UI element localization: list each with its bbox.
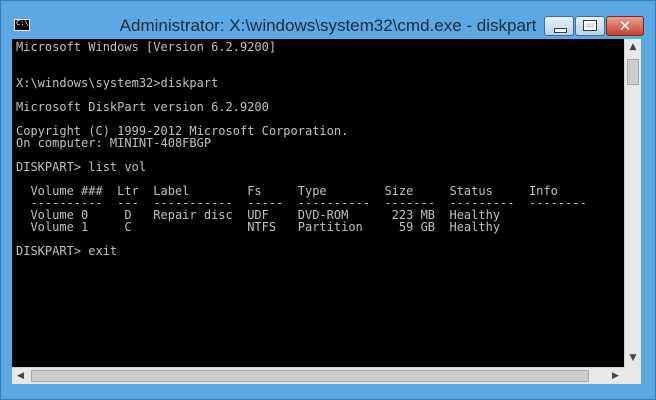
horizontal-scrollbar[interactable]: ◀ ▶ xyxy=(12,367,624,384)
title-bar[interactable]: C:\ Administrator: X:\windows\system32\c… xyxy=(1,1,655,39)
minimize-icon xyxy=(554,28,567,33)
minimize-button[interactable] xyxy=(544,16,574,36)
maximize-button[interactable] xyxy=(575,16,605,36)
scroll-left-icon[interactable]: ◀ xyxy=(12,368,29,384)
scroll-right-icon[interactable]: ▶ xyxy=(607,368,624,384)
console-line: Volume 1 C NTFS Partition 59 GB Healthy xyxy=(16,220,501,234)
cmd-window: C:\ Administrator: X:\windows\system32\c… xyxy=(0,0,656,400)
vertical-scroll-thumb[interactable] xyxy=(627,59,639,85)
close-icon: ✕ xyxy=(618,17,632,35)
console-line: X:\windows\system32>diskpart xyxy=(16,76,219,90)
console-line: DISKPART> list vol xyxy=(16,160,147,174)
vertical-scrollbar[interactable]: ▲ ▼ xyxy=(624,39,641,367)
scroll-up-icon[interactable]: ▲ xyxy=(625,39,641,56)
maximize-icon xyxy=(583,20,597,31)
horizontal-scroll-thumb[interactable] xyxy=(31,370,589,382)
console-text: Microsoft Windows [Version 6.2.9200] X:\… xyxy=(12,39,624,257)
console-line: On computer: MININT-408FBGP xyxy=(16,136,212,150)
scrollbar-corner xyxy=(624,367,641,384)
close-button[interactable]: ✕ xyxy=(606,16,644,36)
console-line: Microsoft Windows [Version 6.2.9200] xyxy=(16,40,277,54)
console-output[interactable]: Microsoft Windows [Version 6.2.9200] X:\… xyxy=(12,39,624,367)
scroll-down-icon[interactable]: ▼ xyxy=(625,350,641,367)
console-line: DISKPART> exit xyxy=(16,244,118,258)
console-line: Microsoft DiskPart version 6.2.9200 xyxy=(16,100,269,114)
